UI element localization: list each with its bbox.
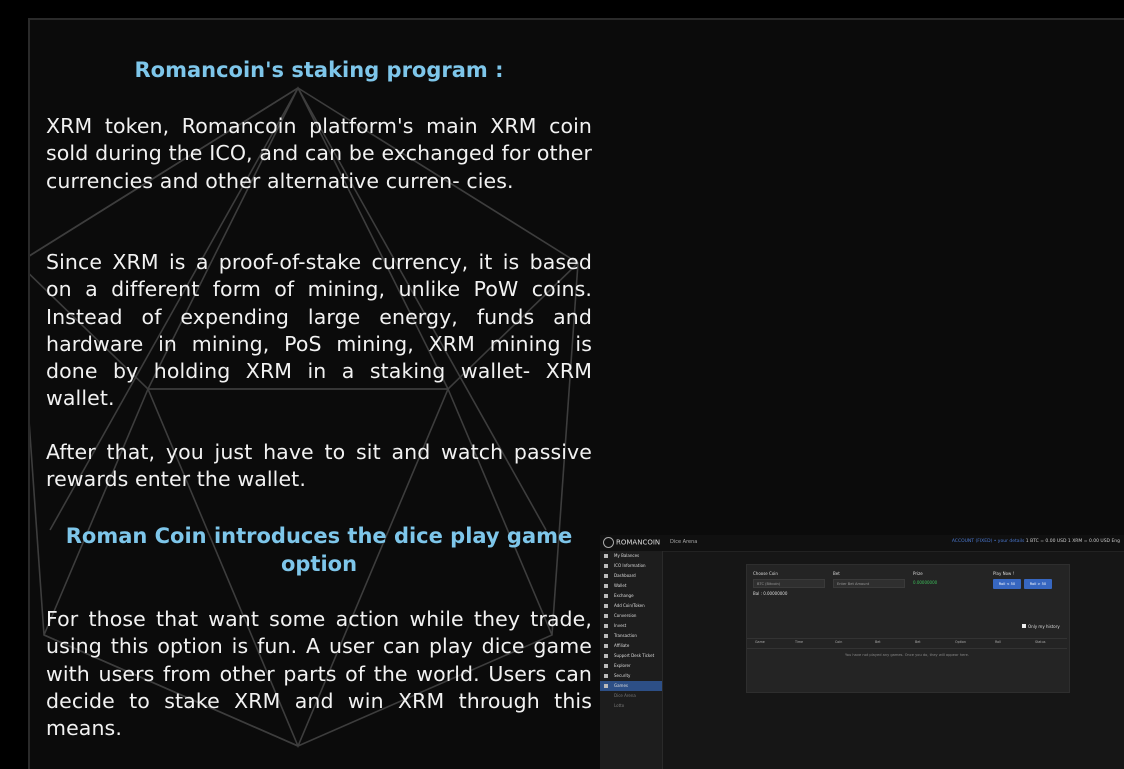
rate-ticker: 1 BTC = 0.00 USD 1 XRM = 0.00 USD Eng [1025,539,1120,544]
sidebar-item: ICO Information [600,561,662,571]
history-checkbox [1022,624,1026,628]
sidebar-item: Wallet [600,581,662,591]
column-header: Game [755,640,765,644]
breadcrumb: Dice Arena [670,539,698,545]
column-header: Status [1035,640,1046,644]
sidebar-item: Dice Arena [600,691,662,701]
app-topbar: ROMANCOIN Dice Arena ACCOUNT (FIXED) • y… [600,535,1124,552]
sidebar-item: Affiliate [600,641,662,651]
column-header: Bet [915,640,921,644]
prize-label: Prize [913,571,923,576]
empty-history-text: You have not played any games. Once you … [845,653,969,657]
account-link: ACCOUNT (FIXED) • your details [951,539,1025,544]
sidebar-item: Dashboard [600,571,662,581]
app-logo: ROMANCOIN [603,537,660,548]
sidebar-item-label: Explorer [614,663,631,668]
dashboard-icon [604,574,608,578]
frame: Romancoin's staking program : XRM token,… [0,0,1124,769]
dice-paragraph: For those that want some action while th… [46,607,592,741]
coin-select: BTC (Bitcoin) [753,579,825,588]
history-label: Only my history [1028,624,1060,629]
sidebar-item-label: Security [614,673,631,678]
ticket-icon [604,654,608,658]
bet-input: Enter Bet Amount [833,579,905,588]
sidebar-item: Transaction [600,631,662,641]
staking-paragraph-1: XRM token, Romancoin platform's main XRM… [46,114,592,193]
sidebar-item-label: Support Desk Ticket [614,653,655,658]
sidebar-item: Exchange [600,591,662,601]
staking-heading: Romancoin's staking program : [134,58,504,82]
info-icon [604,564,608,568]
bet-label: Bet [833,571,840,576]
lock-icon [604,674,608,678]
sidebar-item-label: Wallet [614,583,627,588]
choose-coin-label: Choose Coin [753,571,778,576]
sidebar-item: Lotto [600,701,662,711]
sidebar-item-label: Invest [614,623,627,628]
history-table-header: Game Time Coin Bet Bet Option Roll Status [747,638,1067,649]
sidebar-item: Security [600,671,662,681]
staking-paragraph-2: Since XRM is a proof-of-stake currency, … [46,250,592,411]
column-header: Time [795,640,804,644]
sidebar-item-label: Lotto [614,703,625,708]
invest-icon [604,624,608,628]
game-icon [604,684,608,688]
column-header: Coin [835,640,843,644]
sidebar-item: Explorer [600,661,662,671]
sidebar-item: Conversion [600,611,662,621]
column-header: Roll [995,640,1001,644]
sidebar-item: My Balances [600,551,662,561]
plus-icon [604,604,608,608]
logo-mark-icon [603,537,614,548]
sidebar-item-label: Conversion [614,613,637,618]
sidebar-item-label: Exchange [614,593,634,598]
sidebar-item-label: Transaction [614,633,637,638]
sidebar-item: Support Desk Ticket [600,651,662,661]
column-header: Option [955,640,967,644]
embedded-app-screenshot: ROMANCOIN Dice Arena ACCOUNT (FIXED) • y… [600,535,1124,769]
content-panel: Romancoin's staking program : XRM token,… [28,18,1124,769]
app-sidebar: My Balances ICO Information Dashboard Walle… [600,551,663,769]
sidebar-item-label: Add Coin/Token [614,603,645,608]
convert-icon [604,614,608,618]
share-icon [604,644,608,648]
sidebar-item-label: Games [614,683,628,688]
column-header: Bet [875,640,881,644]
staking-paragraph-3: After that, you just have to sit and wat… [46,440,592,492]
prize-value: 0.00000000 [913,580,938,585]
balance-text: Bal : 0.00000000 [753,591,788,596]
sidebar-item: Games [600,681,662,691]
roll-under-button: Roll < 50 [993,579,1021,589]
wallet-icon [604,554,608,558]
sidebar-item-label: Dice Arena [614,693,636,698]
dice-heading: Roman Coin introduces the dice play game… [65,524,573,576]
explorer-icon [604,664,608,668]
sidebar-item-label: ICO Information [614,563,646,568]
sidebar-item-label: Affiliate [614,643,630,648]
play-label: Play Now ! [993,571,1015,576]
roll-over-button: Roll > 50 [1024,579,1052,589]
sidebar-item-label: My Balances [614,553,640,558]
app-logo-text: ROMANCOIN [616,538,661,547]
topbar-right: ACCOUNT (FIXED) • your details 1 BTC = 0… [952,539,1120,544]
sidebar-item: Invest [600,621,662,631]
exchange-icon [604,594,608,598]
wallet-icon [604,584,608,588]
list-icon [604,634,608,638]
sidebar-item: Add Coin/Token [600,601,662,611]
dice-game-card: Choose Coin BTC (Bitcoin) Bal : 0.000000… [746,564,1070,693]
sidebar-item-label: Dashboard [614,573,636,578]
